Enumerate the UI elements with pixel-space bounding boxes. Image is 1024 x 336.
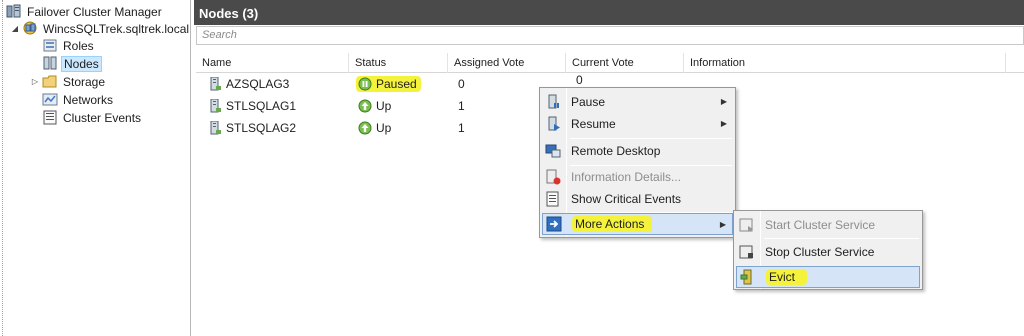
menu-item-start-cluster-service[interactable]: Start Cluster Service <box>736 214 920 236</box>
up-arrow-icon <box>358 99 372 113</box>
context-menu: Pause ▶ Resume ▶ Remote Desktop Informat… <box>539 87 736 238</box>
tree-root[interactable]: Failover Cluster Manager <box>6 3 164 20</box>
assigned-vote: 1 <box>458 99 465 113</box>
node-name: STLSQLAG2 <box>226 121 297 135</box>
tree-cluster[interactable]: ◢ WincsSQLTrek.sqltrek.local <box>10 20 191 37</box>
menu-item-information-details[interactable]: Information Details... <box>542 166 733 188</box>
node-name: STLSQLAG1 <box>226 99 297 113</box>
current-vote: 0 <box>576 73 583 87</box>
menu-separator <box>570 138 732 139</box>
menu-item-evict-label: Evict <box>766 269 808 285</box>
menu-item-stop-cluster-service[interactable]: Stop Cluster Service <box>736 241 920 263</box>
failover-cluster-manager-icon <box>6 4 21 18</box>
column-header-status[interactable]: Status <box>349 53 448 73</box>
column-header-current-vote[interactable]: Current Vote <box>566 53 684 73</box>
up-arrow-icon <box>358 121 372 135</box>
table-row[interactable]: AZSQLAG3 Paused 0 <box>196 73 536 95</box>
page-title: Nodes (3) <box>194 0 1024 25</box>
assigned-vote: 1 <box>458 121 465 135</box>
column-headers: Name Status Assigned Vote Current Vote I… <box>196 53 1024 73</box>
information-details-icon <box>546 169 561 185</box>
menu-item-resume[interactable]: Resume ▶ <box>542 113 733 135</box>
cluster-icon <box>23 21 37 35</box>
start-service-icon <box>739 218 753 232</box>
tree-item-roles-label: Roles <box>63 38 94 53</box>
tree-item-networks[interactable]: Networks <box>42 91 115 108</box>
tree-item-cluster-events[interactable]: Cluster Events <box>42 109 143 126</box>
tree-item-roles[interactable]: Roles <box>42 37 96 54</box>
status-text: Paused <box>376 77 417 91</box>
resume-node-icon <box>548 116 560 131</box>
menu-separator <box>764 238 919 239</box>
menu-item-stop-cluster-service-label: Stop Cluster Service <box>765 245 875 259</box>
tree-item-storage-label: Storage <box>63 74 106 89</box>
tree-cluster-label: WincsSQLTrek.sqltrek.local <box>43 21 190 36</box>
table-row[interactable]: STLSQLAG2 Up 1 <box>196 117 536 139</box>
menu-item-show-critical-events[interactable]: Show Critical Events <box>542 188 733 210</box>
collapse-arrow-icon[interactable]: ◢ <box>10 24 20 33</box>
tree-root-label: Failover Cluster Manager <box>27 4 162 19</box>
submenu-arrow-icon: ▶ <box>720 97 727 106</box>
paused-icon <box>358 77 372 91</box>
tree-item-networks-label: Networks <box>63 92 114 107</box>
menu-item-remote-desktop-label: Remote Desktop <box>571 144 661 158</box>
menu-item-more-actions[interactable]: More Actions ▶ <box>542 213 733 235</box>
column-header-information[interactable]: Information <box>684 53 1006 73</box>
assigned-vote: 0 <box>458 77 465 91</box>
menu-item-show-critical-events-label: Show Critical Events <box>571 192 682 206</box>
pause-node-icon <box>548 94 559 109</box>
stop-service-icon <box>739 245 753 259</box>
server-node-icon <box>210 99 221 113</box>
more-actions-icon <box>546 216 562 232</box>
roles-icon <box>43 39 57 52</box>
tree-item-storage[interactable]: ▷ Storage <box>30 73 107 90</box>
storage-folder-icon <box>42 75 57 88</box>
remote-desktop-icon <box>545 144 561 158</box>
tree-item-nodes[interactable]: Nodes <box>42 55 102 72</box>
menu-item-more-actions-label: More Actions <box>572 216 653 232</box>
menu-item-information-details-label: Information Details... <box>571 170 682 184</box>
more-actions-submenu: Start Cluster Service Stop Cluster Servi… <box>733 210 923 290</box>
status-text: Up <box>376 99 392 113</box>
menu-item-resume-label: Resume <box>571 117 616 131</box>
critical-events-icon <box>546 191 559 207</box>
column-header-assigned-vote[interactable]: Assigned Vote <box>448 53 566 73</box>
server-node-icon <box>210 77 221 91</box>
table-row[interactable]: STLSQLAG1 Up 1 <box>196 95 536 117</box>
server-node-icon <box>210 121 221 135</box>
tree-item-nodes-label: Nodes <box>61 55 102 72</box>
tree-item-cluster-events-label: Cluster Events <box>63 110 142 125</box>
nodes-icon <box>43 56 57 70</box>
menu-item-remote-desktop[interactable]: Remote Desktop <box>542 140 733 162</box>
submenu-arrow-icon: ▶ <box>719 220 726 229</box>
cluster-events-icon <box>43 110 57 125</box>
expand-arrow-icon[interactable]: ▷ <box>30 77 40 86</box>
menu-item-pause-label: Pause <box>571 95 606 109</box>
menu-item-pause[interactable]: Pause ▶ <box>542 91 733 113</box>
menu-item-evict[interactable]: Evict <box>736 266 920 288</box>
tree-guide-line <box>2 0 3 336</box>
node-name: AZSQLAG3 <box>226 77 290 91</box>
column-header-name[interactable]: Name <box>196 53 349 73</box>
status-badge: Paused <box>356 76 421 92</box>
navigation-tree: Failover Cluster Manager ◢ WincsSQLTrek.… <box>0 0 191 336</box>
submenu-arrow-icon: ▶ <box>720 119 727 128</box>
menu-item-start-cluster-service-label: Start Cluster Service <box>765 218 876 232</box>
networks-icon <box>42 93 58 106</box>
status-text: Up <box>376 121 392 135</box>
evict-node-icon <box>740 269 752 285</box>
search-input[interactable]: Search <box>196 26 1024 45</box>
